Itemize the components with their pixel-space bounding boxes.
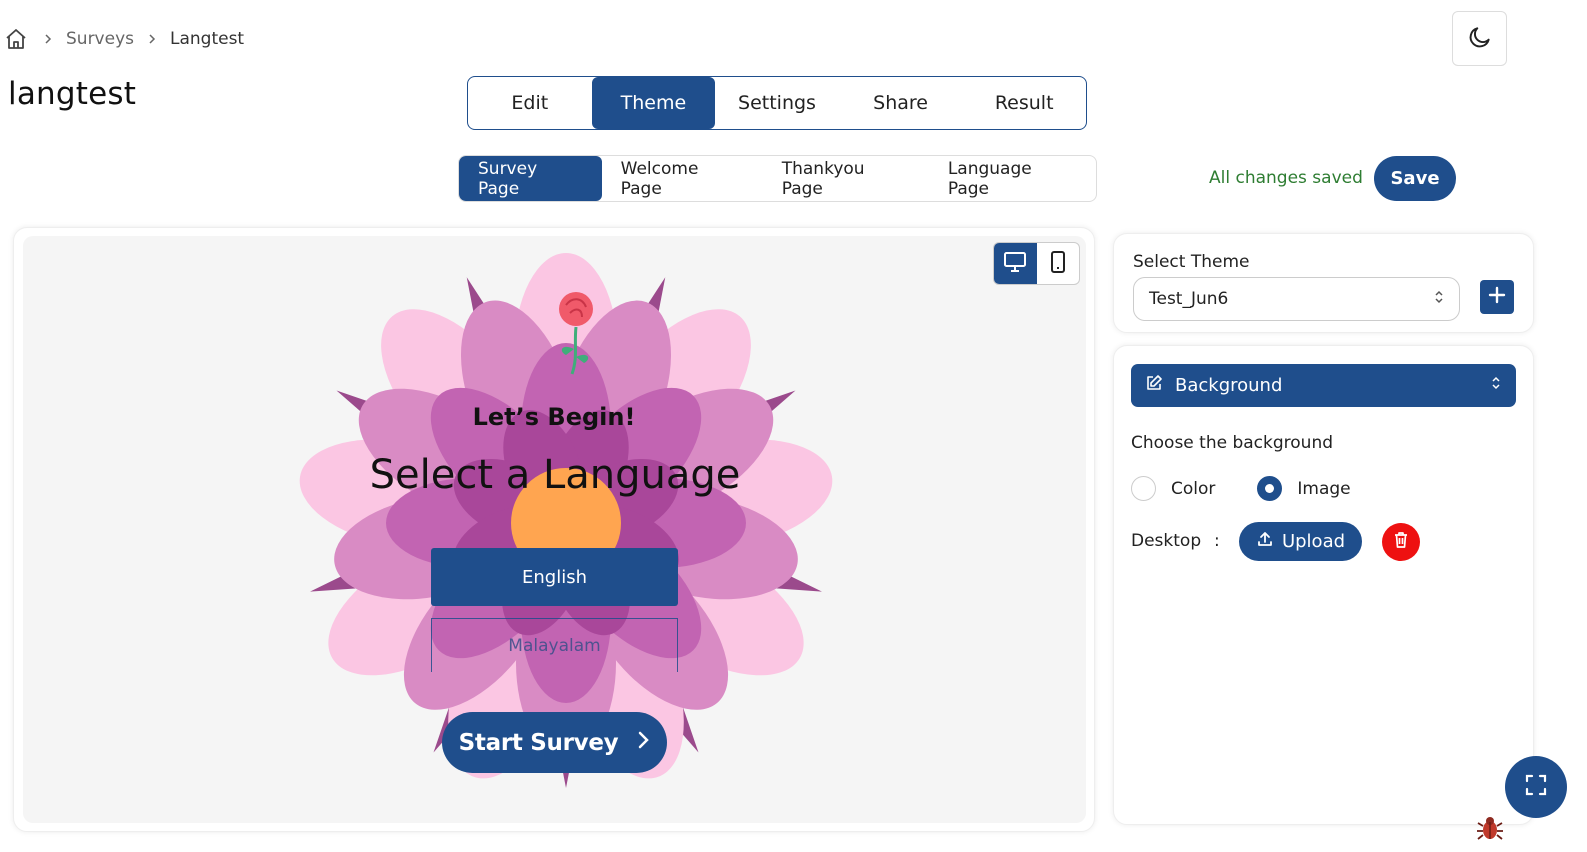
upload-icon	[1256, 530, 1274, 553]
start-survey-label: Start Survey	[458, 729, 619, 756]
chevron-up-down-icon	[1490, 374, 1502, 397]
smartphone-icon	[1050, 250, 1066, 278]
delete-image-button[interactable]	[1382, 523, 1420, 561]
theme-toggle-button[interactable]	[1452, 11, 1507, 66]
upload-button[interactable]: Upload	[1239, 522, 1362, 561]
breadcrumb-item-surveys[interactable]: Surveys	[66, 29, 134, 49]
tab-welcome-page[interactable]: Welcome Page	[602, 156, 763, 201]
language-option-english[interactable]: English	[431, 548, 678, 606]
start-survey-button[interactable]: Start Survey	[442, 712, 667, 773]
trash-icon	[1393, 531, 1409, 553]
choose-background-label: Choose the background	[1131, 433, 1334, 453]
tab-theme[interactable]: Theme	[591, 77, 716, 129]
tab-share[interactable]: Share	[839, 77, 963, 129]
home-icon[interactable]	[4, 27, 30, 51]
background-section-label: Background	[1175, 375, 1283, 396]
background-settings-card	[1113, 345, 1534, 825]
desktop-label: Desktop	[1131, 531, 1202, 551]
page-title: langtest	[8, 76, 137, 112]
upload-label: Upload	[1281, 531, 1346, 552]
page-tabs: Survey Page Welcome Page Thankyou Page L…	[458, 155, 1097, 202]
main-tabs: Edit Theme Settings Share Result	[467, 76, 1087, 130]
moon-icon	[1467, 24, 1493, 54]
radio-color[interactable]	[1131, 476, 1156, 501]
chevron-up-down-icon	[1433, 288, 1445, 311]
edit-icon	[1145, 374, 1163, 397]
chevron-right-icon	[30, 33, 66, 45]
mobile-view-button[interactable]	[1037, 243, 1080, 284]
tab-edit[interactable]: Edit	[468, 77, 592, 129]
background-type-options: Color Image	[1131, 476, 1351, 501]
language-option-malayalam[interactable]: Malayalam	[431, 618, 678, 672]
radio-image-label: Image	[1297, 478, 1351, 499]
tab-thankyou-page[interactable]: Thankyou Page	[763, 156, 929, 201]
add-theme-button[interactable]	[1480, 280, 1514, 314]
breadcrumb: Surveys Langtest	[4, 24, 244, 54]
radio-color-label: Color	[1171, 478, 1216, 499]
device-toggle	[993, 242, 1080, 285]
select-theme-label: Select Theme	[1133, 252, 1250, 272]
monitor-icon	[1003, 251, 1027, 277]
desktop-colon: :	[1214, 531, 1220, 551]
theme-select-value: Test_Jun6	[1149, 289, 1229, 309]
background-section-header[interactable]: Background	[1131, 364, 1516, 407]
save-status: All changes saved	[1209, 168, 1363, 188]
fullscreen-button[interactable]	[1505, 756, 1567, 818]
save-button[interactable]: Save	[1374, 156, 1456, 201]
fullscreen-icon	[1524, 773, 1548, 801]
chevron-right-icon	[636, 730, 650, 756]
tab-result[interactable]: Result	[962, 77, 1086, 129]
bug-icon[interactable]	[1476, 814, 1504, 842]
preview-heading: Let’s Begin!	[472, 403, 636, 431]
plus-icon	[1487, 285, 1507, 309]
chevron-right-icon	[134, 33, 170, 45]
tab-language-page[interactable]: Language Page	[929, 156, 1096, 201]
breadcrumb-item-current: Langtest	[170, 29, 245, 49]
preview-question: Select a Language	[369, 452, 741, 498]
theme-select[interactable]: Test_Jun6	[1133, 277, 1460, 321]
tab-settings[interactable]: Settings	[715, 77, 839, 129]
tab-survey-page[interactable]: Survey Page	[459, 156, 602, 201]
radio-image[interactable]	[1257, 476, 1283, 501]
desktop-view-button[interactable]	[994, 243, 1037, 284]
